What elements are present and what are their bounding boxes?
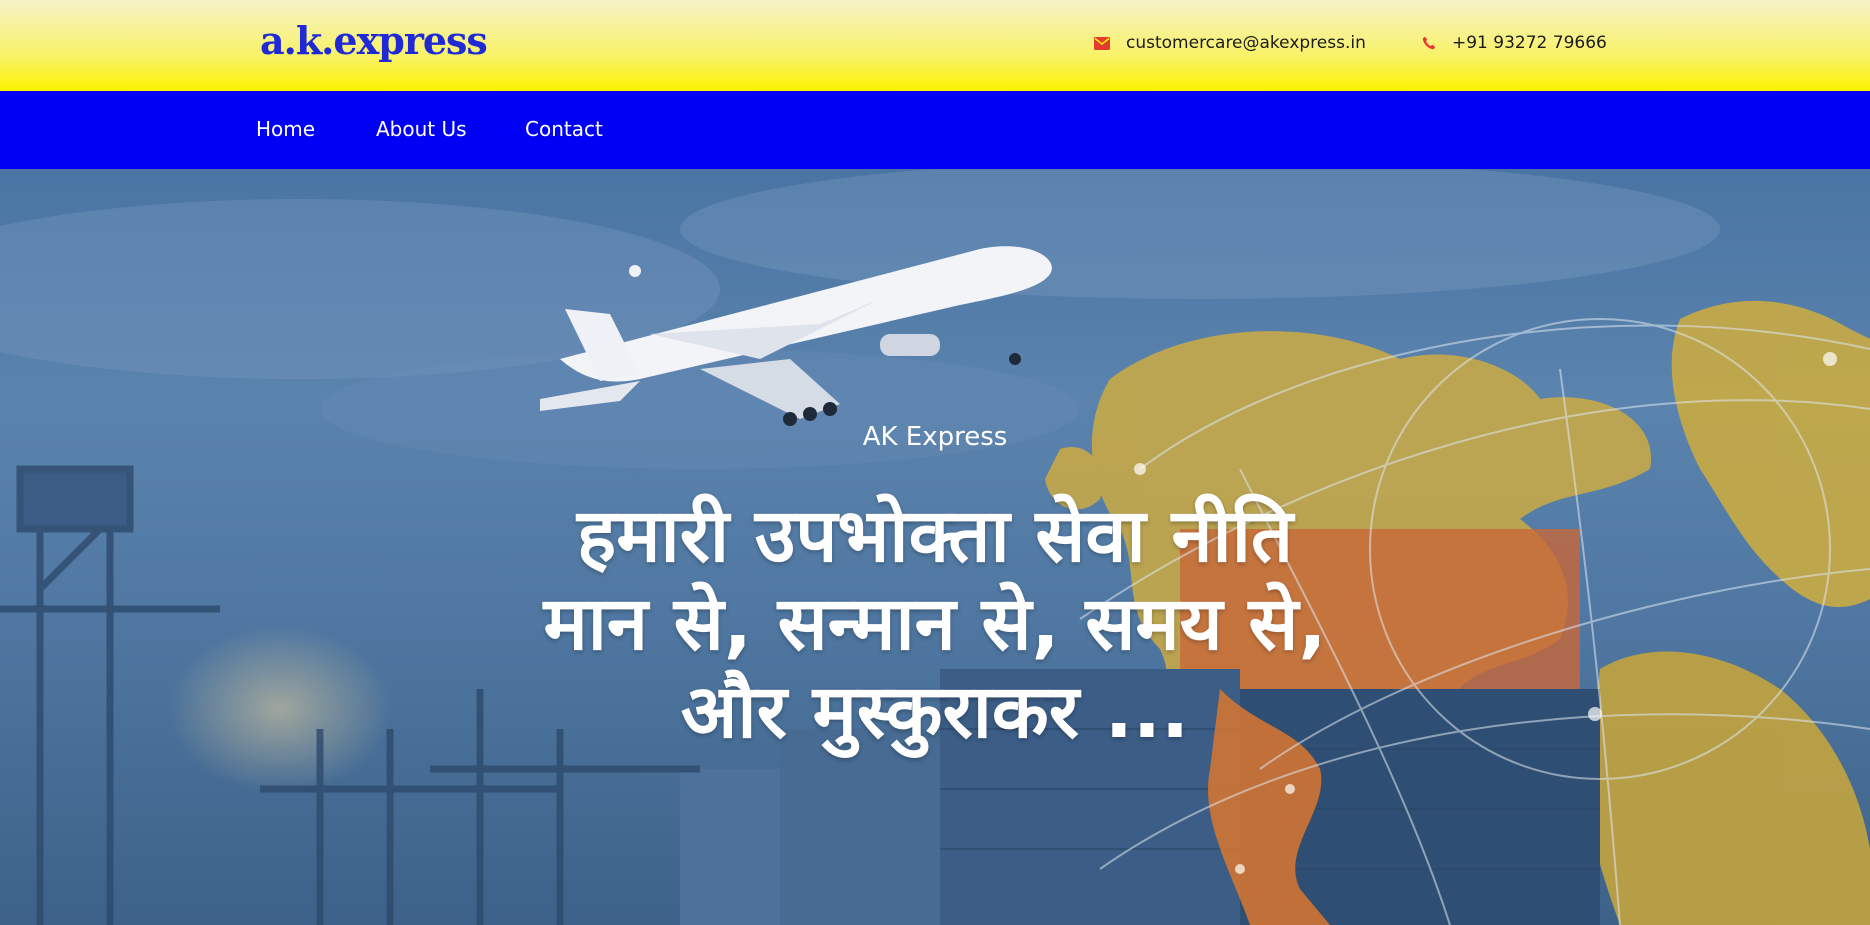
hero-banner: AK Express हमारी उपभोक्ता सेवा नीति मान …	[0, 169, 1870, 925]
nav-contact[interactable]: Contact	[525, 117, 603, 141]
email-text[interactable]: customercare@akexpress.in	[1126, 33, 1366, 53]
nav-about-us[interactable]: About Us	[376, 117, 467, 141]
main-nav: Home About Us Contact	[0, 91, 1870, 169]
phone-icon	[1422, 36, 1436, 50]
phone-text[interactable]: +91 93272 79666	[1452, 33, 1607, 53]
hero-subtitle: AK Express	[862, 422, 1008, 452]
hero-title-line: मान से, सन्मान से, समय से,	[543, 581, 1327, 667]
nav-home[interactable]: Home	[256, 117, 315, 141]
site-logo[interactable]: a.k.express	[260, 18, 488, 63]
hero-title: हमारी उपभोक्ता सेवा नीति मान से, सन्मान …	[0, 492, 1870, 756]
envelope-icon	[1094, 36, 1110, 50]
contact-email[interactable]: customercare@akexpress.in	[1094, 33, 1366, 53]
top-header: a.k.express customercare@akexpress.in +9…	[0, 0, 1870, 91]
hero-title-line: हमारी उपभोक्ता सेवा नीति	[576, 493, 1294, 579]
hero-title-line: और मुस्कुराकर ...	[680, 669, 1190, 755]
contact-phone[interactable]: +91 93272 79666	[1422, 33, 1607, 53]
